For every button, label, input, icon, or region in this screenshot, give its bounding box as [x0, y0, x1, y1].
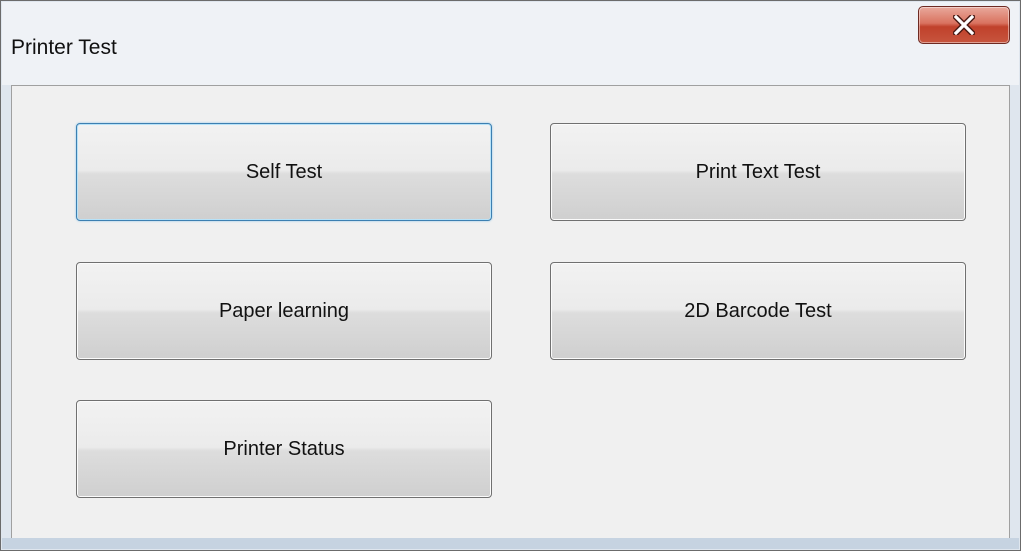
paper-learning-button[interactable]: Paper learning: [76, 262, 492, 360]
printer-test-window: Printer Test Self Test Print Text Test P…: [0, 0, 1021, 551]
print-text-test-button[interactable]: Print Text Test: [550, 123, 966, 221]
print-text-test-label: Print Text Test: [695, 160, 821, 183]
close-button[interactable]: [918, 6, 1010, 44]
self-test-button[interactable]: Self Test: [76, 123, 492, 221]
client-area: Self Test Print Text Test Paper learning…: [11, 85, 1010, 540]
window-title: Printer Test: [11, 36, 117, 59]
paper-learning-label: Paper learning: [218, 299, 350, 322]
printer-status-label: Printer Status: [223, 437, 345, 460]
title-bar[interactable]: Printer Test: [2, 2, 1019, 85]
barcode-2d-test-label: 2D Barcode Test: [684, 299, 832, 322]
window-bottom-frame: [2, 538, 1019, 549]
printer-status-button[interactable]: Printer Status: [76, 400, 492, 498]
self-test-label: Self Test: [245, 160, 323, 183]
barcode-2d-test-button[interactable]: 2D Barcode Test: [550, 262, 966, 360]
close-icon: [953, 15, 975, 35]
